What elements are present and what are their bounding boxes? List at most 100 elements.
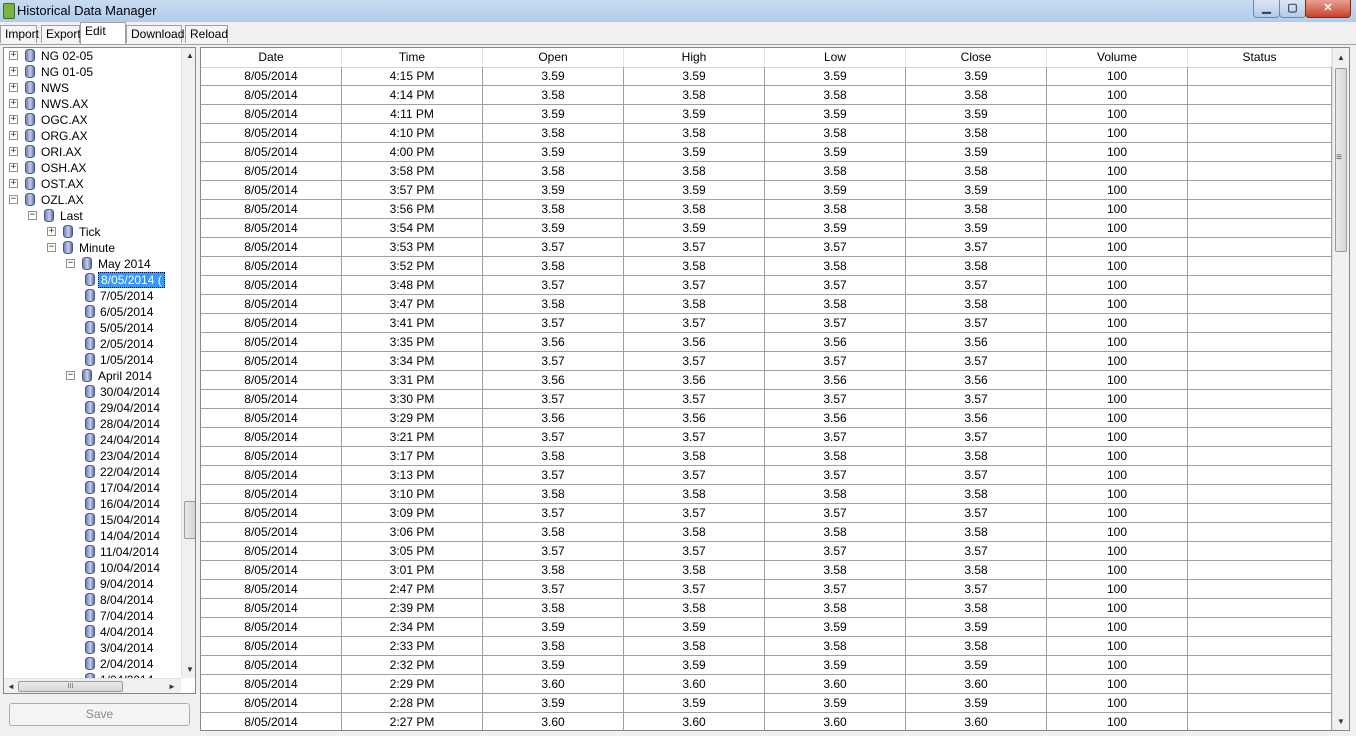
table-row[interactable]: 8/05/2014 4:14 PM 3.58 3.58 3.58 3.58 100: [201, 86, 1332, 105]
cell-open[interactable]: 3.58: [483, 561, 624, 579]
scroll-down-arrow-icon[interactable]: ▼: [186, 665, 194, 674]
collapse-icon[interactable]: −: [47, 243, 56, 252]
cell-low[interactable]: 3.59: [765, 618, 906, 636]
cell-time[interactable]: 3:29 PM: [342, 409, 483, 427]
cell-high[interactable]: 3.57: [624, 276, 765, 294]
cell-date[interactable]: 8/05/2014: [201, 257, 342, 275]
cell-volume[interactable]: 100: [1047, 371, 1188, 389]
cell-volume[interactable]: 100: [1047, 238, 1188, 256]
cell-close[interactable]: 3.58: [906, 637, 1047, 655]
cell-date[interactable]: 8/05/2014: [201, 466, 342, 484]
cell-status[interactable]: [1188, 371, 1332, 389]
cell-status[interactable]: [1188, 428, 1332, 446]
cell-high[interactable]: 3.58: [624, 561, 765, 579]
cell-status[interactable]: [1188, 675, 1332, 693]
cell-low[interactable]: 3.56: [765, 409, 906, 427]
cell-date[interactable]: 8/05/2014: [201, 523, 342, 541]
cell-time[interactable]: 4:11 PM: [342, 105, 483, 123]
table-row[interactable]: 8/05/2014 4:15 PM 3.59 3.59 3.59 3.59 100: [201, 67, 1332, 86]
cell-volume[interactable]: 100: [1047, 162, 1188, 180]
cell-low[interactable]: 3.57: [765, 428, 906, 446]
table-row[interactable]: 8/05/2014 3:41 PM 3.57 3.57 3.57 3.57 100: [201, 314, 1332, 333]
cell-volume[interactable]: 100: [1047, 333, 1188, 351]
cell-close[interactable]: 3.59: [906, 105, 1047, 123]
cell-close[interactable]: 3.58: [906, 523, 1047, 541]
cell-date[interactable]: 8/05/2014: [201, 713, 342, 730]
tab-export[interactable]: Export: [41, 25, 81, 43]
title-bar[interactable]: Historical Data Manager ▁ ▢ ✕: [0, 0, 1356, 22]
cell-high[interactable]: 3.59: [624, 67, 765, 85]
cell-status[interactable]: [1188, 257, 1332, 275]
cell-low[interactable]: 3.57: [765, 352, 906, 370]
cell-low[interactable]: 3.59: [765, 105, 906, 123]
cell-status[interactable]: [1188, 713, 1332, 730]
cell-close[interactable]: 3.58: [906, 295, 1047, 313]
cell-high[interactable]: 3.58: [624, 295, 765, 313]
cell-open[interactable]: 3.57: [483, 238, 624, 256]
cell-low[interactable]: 3.57: [765, 238, 906, 256]
cell-time[interactable]: 3:52 PM: [342, 257, 483, 275]
cell-time[interactable]: 2:33 PM: [342, 637, 483, 655]
cell-high[interactable]: 3.57: [624, 314, 765, 332]
cell-high[interactable]: 3.56: [624, 371, 765, 389]
cell-volume[interactable]: 100: [1047, 143, 1188, 161]
cell-volume[interactable]: 100: [1047, 295, 1188, 313]
cell-status[interactable]: [1188, 105, 1332, 123]
maximize-button[interactable]: ▢: [1279, 0, 1306, 18]
cell-volume[interactable]: 100: [1047, 599, 1188, 617]
data-grid[interactable]: Date Time Open High Low Close Volume Status 8/0…: [200, 47, 1350, 731]
cell-volume[interactable]: 100: [1047, 181, 1188, 199]
cell-status[interactable]: [1188, 694, 1332, 712]
cell-volume[interactable]: 100: [1047, 352, 1188, 370]
scroll-up-arrow-icon[interactable]: ▲: [1337, 53, 1345, 62]
cell-high[interactable]: 3.58: [624, 599, 765, 617]
scroll-up-arrow-icon[interactable]: ▲: [186, 51, 194, 60]
cell-open[interactable]: 3.57: [483, 542, 624, 560]
cell-date[interactable]: 8/05/2014: [201, 86, 342, 104]
cell-open[interactable]: 3.59: [483, 105, 624, 123]
cell-open[interactable]: 3.57: [483, 352, 624, 370]
cell-open[interactable]: 3.58: [483, 124, 624, 142]
cell-high[interactable]: 3.59: [624, 694, 765, 712]
cell-status[interactable]: [1188, 162, 1332, 180]
cell-status[interactable]: [1188, 181, 1332, 199]
cell-time[interactable]: 2:32 PM: [342, 656, 483, 674]
cell-volume[interactable]: 100: [1047, 694, 1188, 712]
cell-time[interactable]: 3:06 PM: [342, 523, 483, 541]
cell-volume[interactable]: 100: [1047, 105, 1188, 123]
scroll-down-arrow-icon[interactable]: ▼: [1337, 717, 1345, 726]
cell-open[interactable]: 3.58: [483, 295, 624, 313]
cell-volume[interactable]: 100: [1047, 637, 1188, 655]
cell-low[interactable]: 3.57: [765, 580, 906, 598]
cell-open[interactable]: 3.57: [483, 428, 624, 446]
cell-open[interactable]: 3.57: [483, 504, 624, 522]
cell-volume[interactable]: 100: [1047, 390, 1188, 408]
cell-low[interactable]: 3.60: [765, 713, 906, 730]
cell-low[interactable]: 3.57: [765, 542, 906, 560]
cell-time[interactable]: 4:10 PM: [342, 124, 483, 142]
table-row[interactable]: 8/05/2014 3:01 PM 3.58 3.58 3.58 3.58 100: [201, 561, 1332, 580]
cell-open[interactable]: 3.56: [483, 409, 624, 427]
table-row[interactable]: 8/05/2014 2:32 PM 3.59 3.59 3.59 3.59 100: [201, 656, 1332, 675]
cell-status[interactable]: [1188, 580, 1332, 598]
cell-time[interactable]: 3:05 PM: [342, 542, 483, 560]
cell-low[interactable]: 3.58: [765, 86, 906, 104]
cell-volume[interactable]: 100: [1047, 428, 1188, 446]
cell-high[interactable]: 3.58: [624, 124, 765, 142]
tab-reload[interactable]: Reload: [185, 25, 228, 43]
cell-low[interactable]: 3.58: [765, 200, 906, 218]
cell-open[interactable]: 3.57: [483, 276, 624, 294]
tree-scroll-thumb[interactable]: [184, 501, 195, 539]
cell-date[interactable]: 8/05/2014: [201, 485, 342, 503]
cell-status[interactable]: [1188, 390, 1332, 408]
cell-status[interactable]: [1188, 466, 1332, 484]
cell-high[interactable]: 3.57: [624, 238, 765, 256]
table-row[interactable]: 8/05/2014 3:13 PM 3.57 3.57 3.57 3.57 100: [201, 466, 1332, 485]
cell-open[interactable]: 3.59: [483, 694, 624, 712]
cell-status[interactable]: [1188, 485, 1332, 503]
tab-import[interactable]: Import: [0, 25, 39, 43]
cell-volume[interactable]: 100: [1047, 561, 1188, 579]
tree-vertical-scrollbar[interactable]: ▲ ▼: [181, 48, 195, 678]
cell-status[interactable]: [1188, 143, 1332, 161]
cell-time[interactable]: 3:41 PM: [342, 314, 483, 332]
